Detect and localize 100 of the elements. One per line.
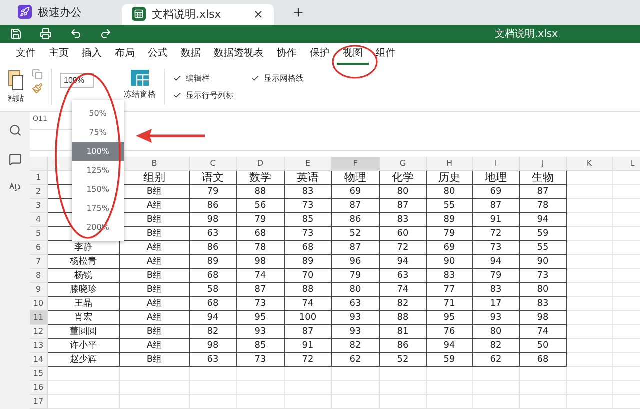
row-header[interactable]: 2 — [30, 185, 48, 199]
save-button[interactable] — [10, 28, 22, 40]
menu-tab[interactable]: 组件 — [370, 42, 402, 65]
menu-tab[interactable]: 数据 — [175, 42, 207, 65]
row-header[interactable]: 17 — [30, 395, 48, 409]
row-header[interactable]: 13 — [30, 339, 48, 353]
row-header[interactable]: 5 — [30, 227, 48, 241]
comment-icon[interactable] — [8, 153, 22, 166]
row-header[interactable]: 7 — [30, 255, 48, 269]
zoom-option[interactable]: 150% — [72, 180, 124, 199]
grid-cell — [332, 367, 380, 381]
grid-cell — [567, 227, 613, 241]
close-icon[interactable] — [253, 8, 264, 20]
brush-icon[interactable] — [32, 82, 43, 94]
column-header[interactable]: G — [380, 157, 427, 171]
row-header[interactable]: 15 — [30, 367, 48, 381]
table-cell: 91 — [285, 339, 332, 353]
table-cell: 69 — [473, 185, 520, 199]
checkbox[interactable]: 显示行号列标 — [173, 90, 251, 101]
table-cell: 生物 — [520, 171, 567, 185]
column-header[interactable]: L — [613, 157, 640, 171]
row-header[interactable]: 4 — [30, 213, 48, 227]
menu-tab[interactable]: 保护 — [304, 42, 336, 65]
table-cell: 63 — [190, 353, 237, 367]
table-cell: 88 — [380, 311, 427, 325]
column-header[interactable]: J — [520, 157, 567, 171]
table-cell: 52 — [332, 227, 380, 241]
zoom-option[interactable]: 125% — [72, 161, 124, 180]
menu-tab[interactable]: 协作 — [271, 42, 303, 65]
zoom-option[interactable]: 75% — [72, 123, 124, 142]
menu-tab[interactable]: 文件 — [10, 42, 42, 65]
annotation-arrow — [136, 129, 205, 143]
spellcheck-icon[interactable] — [8, 182, 22, 192]
zoom-option[interactable]: 175% — [72, 199, 124, 218]
menu-tab[interactable]: 公式 — [142, 42, 174, 65]
table-cell: 87 — [473, 199, 520, 213]
table-cell: 83 — [473, 283, 520, 297]
table-cell: 100 — [285, 311, 332, 325]
grid-cell — [190, 395, 237, 409]
grid-cell — [473, 381, 520, 395]
undo-button[interactable] — [70, 28, 82, 40]
paste-button[interactable]: 粘贴 — [8, 68, 24, 104]
menu-tab[interactable]: 插入 — [76, 42, 108, 65]
table-cell: 62 — [473, 353, 520, 367]
table-cell: 79 — [237, 213, 285, 227]
table-cell: 87 — [380, 199, 427, 213]
table-cell: 83 — [285, 185, 332, 199]
clipboard-icon[interactable] — [8, 68, 24, 91]
tab[interactable]: 文档说明.xlsx — [122, 4, 274, 25]
grid-cell — [237, 381, 285, 395]
plus-icon[interactable] — [292, 6, 305, 19]
table-cell: 82 — [190, 325, 237, 339]
check-icon[interactable] — [173, 74, 182, 83]
zoom-option[interactable]: 50% — [72, 104, 124, 123]
row-header[interactable]: 12 — [30, 325, 48, 339]
table-cell: 91 — [473, 213, 520, 227]
redo-button[interactable] — [100, 28, 112, 40]
menu-tab[interactable]: 布局 — [109, 42, 141, 65]
table-cell: 81 — [380, 325, 427, 339]
column-header[interactable]: E — [285, 157, 332, 171]
check-icon[interactable] — [251, 74, 260, 83]
row-header[interactable]: 8 — [30, 269, 48, 283]
column-header[interactable]: C — [190, 157, 237, 171]
zoom-option[interactable]: 100% — [72, 142, 124, 161]
table-cell: 94 — [380, 255, 427, 269]
grid-cell — [473, 395, 520, 409]
menu-tab[interactable]: 数据透视表 — [208, 42, 270, 65]
grid-icon[interactable] — [130, 68, 150, 87]
column-header[interactable]: K — [567, 157, 613, 171]
freeze-panes-button[interactable]: 冻结窗格 — [124, 68, 156, 100]
table-cell: 98 — [237, 255, 285, 269]
tab[interactable]: 极速办公 — [8, 0, 108, 25]
row-header[interactable]: 14 — [30, 353, 48, 367]
column-header[interactable]: F — [332, 157, 380, 171]
column-header[interactable]: H — [427, 157, 473, 171]
menu-tab[interactable]: 主页 — [43, 42, 75, 65]
row-header[interactable]: 3 — [30, 199, 48, 213]
check-icon[interactable] — [173, 90, 182, 100]
checkbox[interactable]: 编辑栏 — [173, 72, 251, 84]
table-cell: 52 — [380, 353, 427, 367]
print-button[interactable] — [40, 28, 52, 40]
checkbox[interactable]: 显示网格线 — [251, 72, 331, 84]
menu-tab[interactable]: 视图 — [337, 42, 369, 65]
row-header[interactable]: 9 — [30, 283, 48, 297]
row-header[interactable]: 10 — [30, 297, 48, 311]
search-icon[interactable] — [8, 124, 22, 137]
column-header[interactable]: D — [237, 157, 285, 171]
column-header[interactable]: I — [473, 157, 520, 171]
table-cell: 68 — [520, 353, 567, 367]
table-cell: 95 — [237, 311, 285, 325]
row-header[interactable]: 6 — [30, 241, 48, 255]
row-header[interactable]: 11 — [30, 311, 48, 325]
table-cell: 80 — [427, 185, 473, 199]
table-cell: 98 — [520, 311, 567, 325]
row-header[interactable]: 1 — [30, 171, 48, 185]
table-cell: 78 — [237, 241, 285, 255]
table-cell: 86 — [332, 213, 380, 227]
row-header[interactable]: 16 — [30, 381, 48, 395]
table-cell: 62 — [332, 353, 380, 367]
table-cell: 73 — [520, 269, 567, 283]
